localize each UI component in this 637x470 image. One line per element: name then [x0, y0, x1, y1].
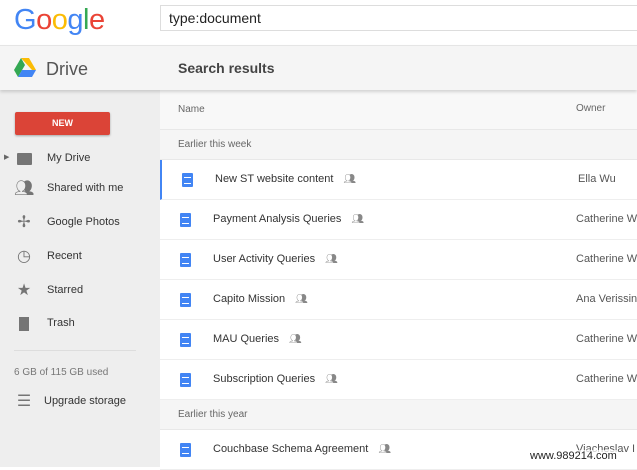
table-row[interactable]: Payment Analysis Queries 👥︎ Catherine W — [160, 200, 637, 240]
sidebar-item-trash[interactable]: Trash — [0, 309, 160, 339]
section-header: Earlier this year — [160, 400, 637, 430]
sidebar-item-label: Google Photos — [47, 216, 120, 228]
document-icon — [182, 173, 193, 187]
file-name: Payment Analysis Queries — [213, 213, 342, 225]
divider — [14, 350, 136, 351]
sidebar: NEW ▶ My Drive 👥︎ Shared with me ✢ Googl… — [0, 90, 160, 467]
search-input[interactable] — [160, 5, 637, 31]
google-logo[interactable]: Google — [14, 4, 105, 37]
my-drive-icon — [14, 150, 34, 168]
document-icon — [180, 213, 191, 227]
section-header: Earlier this week — [160, 130, 637, 160]
sidebar-item-label: Shared with me — [47, 182, 124, 194]
shared-icon: 👥︎ — [295, 294, 308, 305]
file-owner: Ana Verissin — [576, 293, 637, 305]
table-row[interactable]: Capito Mission 👥︎ Ana Verissin — [160, 280, 637, 320]
star-icon: ★ — [16, 282, 32, 299]
column-name[interactable]: Name — [178, 104, 205, 115]
file-name: MAU Queries — [213, 333, 280, 345]
trash-icon — [14, 315, 34, 333]
sidebar-item-recent[interactable]: ◷ Recent — [0, 242, 160, 272]
file-name: Couchbase Schema Agreement — [213, 443, 369, 455]
shared-icon: 👥︎ — [378, 444, 392, 455]
sidebar-item-starred[interactable]: ★ Starred — [0, 276, 160, 306]
shared-icon: 👥︎ — [325, 254, 338, 265]
watermark: www.989214.com — [530, 450, 617, 462]
page-title: Search results — [178, 60, 275, 76]
file-owner: Catherine W — [576, 373, 637, 385]
table-row[interactable]: MAU Queries 👥︎ Catherine W — [160, 320, 637, 360]
table-row[interactable]: Subscription Queries 👥︎ Catherine W — [160, 360, 637, 400]
new-button[interactable]: NEW — [15, 112, 110, 135]
document-icon — [180, 373, 191, 387]
document-icon — [180, 293, 191, 307]
table-row[interactable]: New ST website content 👥︎ Ella Wu — [160, 160, 637, 200]
shared-icon: 👥︎ — [289, 334, 302, 345]
table-row[interactable]: User Activity Queries 👥︎ Catherine W — [160, 240, 637, 280]
upgrade-label: Upgrade storage — [44, 395, 126, 407]
people-icon: 👥︎ — [14, 180, 35, 197]
drive-logo-icon — [14, 58, 36, 77]
file-owner: Catherine W — [576, 213, 637, 225]
upgrade-storage-link[interactable]: ☰ Upgrade storage — [0, 387, 160, 417]
column-header-row: Name Owner — [160, 90, 637, 130]
document-icon — [180, 443, 191, 457]
storage-icon: ☰ — [16, 393, 32, 410]
sidebar-item-label: Recent — [47, 250, 82, 262]
clock-icon: ◷ — [17, 248, 31, 265]
document-icon — [180, 333, 191, 347]
sidebar-item-my-drive[interactable]: ▶ My Drive — [0, 144, 160, 174]
sidebar-item-label: Starred — [47, 284, 84, 296]
sidebar-item-photos[interactable]: ✢ Google Photos — [0, 208, 160, 238]
top-bar: Google — [0, 0, 637, 45]
pinwheel-icon: ✢ — [17, 214, 31, 231]
file-list: Name Owner Earlier this week New ST webs… — [160, 90, 637, 470]
file-owner: Ella Wu — [578, 173, 616, 185]
shared-icon: 👥︎ — [343, 174, 357, 185]
shared-icon: 👥︎ — [325, 374, 338, 385]
sidebar-item-label: Trash — [47, 317, 75, 329]
file-name: User Activity Queries — [213, 253, 316, 265]
sidebar-item-label: My Drive — [47, 152, 91, 164]
app-name: Drive — [46, 59, 89, 79]
file-owner: Catherine W — [576, 253, 637, 265]
drive-header: Drive Search results — [0, 45, 637, 90]
file-owner: Catherine W — [576, 333, 637, 345]
file-name: Subscription Queries — [213, 373, 316, 385]
storage-usage: 6 GB of 115 GB used — [14, 367, 109, 378]
expand-caret-icon[interactable]: ▶ — [4, 153, 9, 161]
document-icon — [180, 253, 191, 267]
sidebar-item-shared[interactable]: 👥︎ Shared with me — [0, 174, 160, 204]
file-name: Capito Mission — [213, 293, 286, 305]
shared-icon: 👥︎ — [351, 214, 365, 225]
file-name: New ST website content — [215, 173, 334, 185]
column-owner[interactable]: Owner — [576, 103, 605, 114]
